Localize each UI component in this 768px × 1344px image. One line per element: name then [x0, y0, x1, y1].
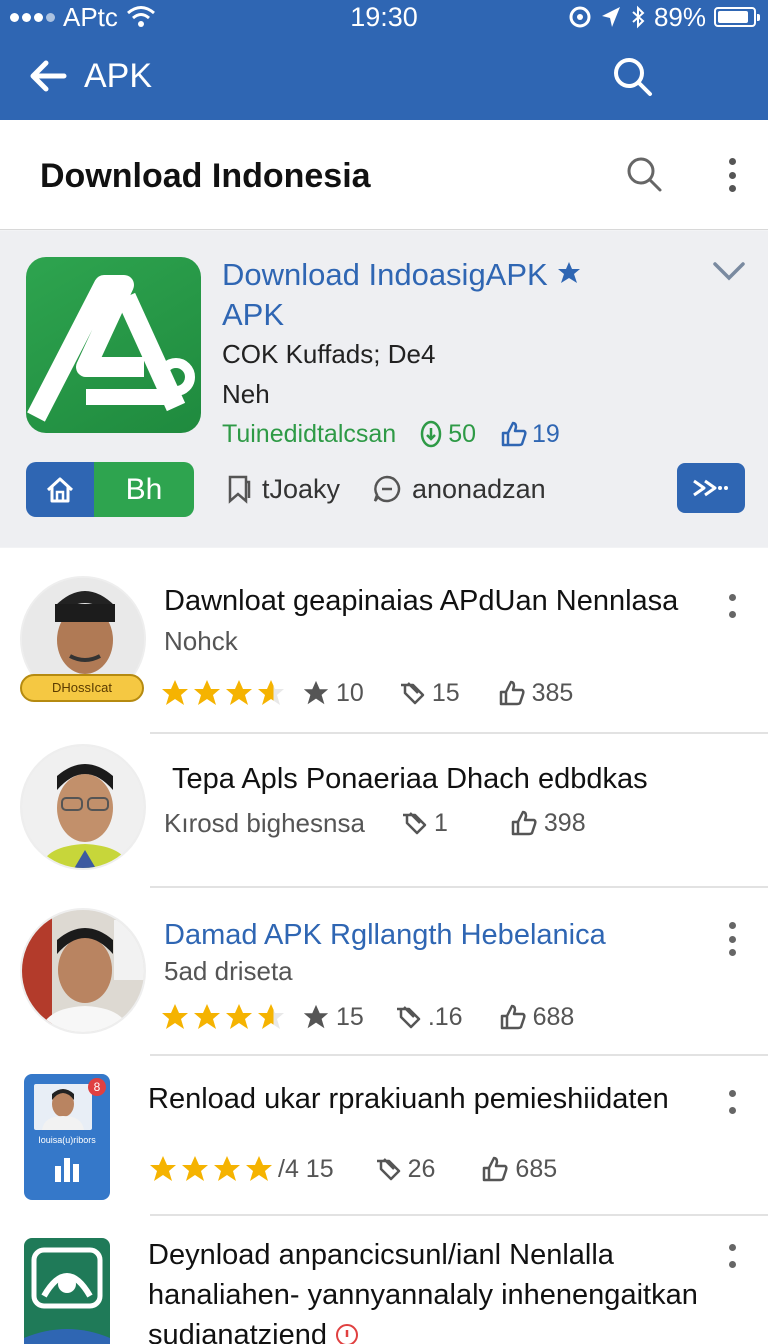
list-item[interactable]: DHossIcat Dawnloat geapinaias APdUan Nen… [0, 548, 768, 734]
home-icon[interactable] [26, 462, 94, 517]
rating-stars [148, 1154, 274, 1184]
back-arrow-icon[interactable] [26, 54, 70, 98]
thumb-caption: Iouisa(u)ribors [38, 1135, 96, 1145]
share-icon [403, 812, 427, 835]
likes-stat: 19 [500, 417, 560, 451]
comment-action[interactable]: anonadzan [372, 471, 546, 507]
more-options-icon[interactable] [726, 922, 738, 956]
thumbs-up-icon [500, 1004, 526, 1030]
battery-icon [714, 7, 760, 27]
item-title: Renload ukar rprakiuanh pemieshiidaten [148, 1083, 669, 1115]
star-count: 15 [302, 1000, 364, 1034]
downloads-stat: 50 [420, 417, 476, 451]
rating-value: /4 15 [278, 1155, 334, 1183]
app-bar: APK [0, 40, 768, 112]
thumbs-up-icon [499, 680, 525, 706]
item-stats: 1 398 [400, 806, 586, 840]
app-name[interactable]: Download IndoasigAPK [222, 255, 622, 295]
thumbs-up-icon [501, 421, 527, 447]
more-options-icon[interactable] [726, 1090, 738, 1114]
info-icon [336, 1324, 359, 1344]
like-count: 385 [498, 676, 573, 710]
location-icon [601, 7, 620, 27]
item-stats: 10 15 385 [160, 676, 573, 710]
bluetooth-icon [632, 5, 645, 29]
star-icon [303, 1004, 329, 1029]
like-count: 685 [481, 1152, 557, 1186]
like-count: 398 [510, 806, 586, 840]
download-badge-icon [420, 420, 442, 448]
bar-chart-icon [55, 1158, 79, 1182]
chat-bubble-icon [373, 475, 401, 503]
item-subtitle: Nohck [164, 626, 238, 656]
app-thumbnail: 8 Iouisa(u)ribors [24, 1074, 110, 1200]
fast-forward-icon [693, 479, 728, 497]
app-thumbnail [24, 1238, 110, 1344]
app-logo [26, 257, 201, 433]
page-title: Download Indonesia [40, 157, 371, 195]
item-title: Damad APK Rgllangth Hebelanica [164, 919, 606, 951]
app-list: DHossIcat Dawnloat geapinaias APdUan Nen… [0, 548, 768, 1344]
item-title-line3: sudianatziend [148, 1316, 359, 1344]
status-bar: APtc 19:30 89% [0, 0, 768, 34]
battery-percent: 89% [653, 1, 706, 32]
home-install-toggle[interactable]: Bh [26, 462, 194, 517]
list-item[interactable]: Tepa Apls Ponaeriaa Dhach edbdkas Kırosd… [0, 734, 768, 888]
featured-app-card[interactable]: Download IndoasigAPK APK COK Kuffads; De… [0, 231, 768, 547]
rating-stars [160, 1002, 286, 1032]
more-options-icon[interactable] [726, 1244, 738, 1268]
status-badge: DHossIcat [20, 674, 144, 702]
item-stats: 15 .16 688 [160, 1000, 574, 1034]
search-icon[interactable] [624, 154, 664, 194]
item-title: Dawnloat geapinaias APdUan Nennlasa [164, 585, 679, 617]
item-subtitle: 5ad driseta [164, 956, 293, 986]
search-icon[interactable] [610, 54, 654, 98]
share-count: .16 [394, 1000, 463, 1034]
thumbs-up-icon [483, 1156, 508, 1182]
bookmark-icon [228, 475, 251, 504]
forward-button[interactable] [677, 463, 745, 513]
share-count: 15 [398, 676, 460, 710]
chevron-down-icon[interactable] [712, 259, 746, 283]
avatar [20, 908, 146, 1034]
notification-badge: 8 [88, 1078, 106, 1096]
item-stats: /4 15 26 685 [148, 1152, 557, 1186]
item-subtitle: Kırosd bighesnsa [164, 808, 365, 838]
app-bar-title: APK [84, 57, 153, 95]
share-count: 1 [400, 806, 448, 840]
list-item[interactable]: Deynload anpancicsunl/ianl Nenlalla hana… [0, 1216, 768, 1344]
share-icon [400, 682, 425, 705]
more-options-icon[interactable] [726, 158, 738, 192]
thumbs-up-icon [511, 810, 537, 836]
app-developer: COK Kuffads; De4 [222, 339, 436, 369]
like-count: 688 [499, 1000, 574, 1034]
sub-header: Download Indonesia [0, 120, 768, 230]
star-count: 10 [302, 676, 364, 710]
alarm-icon [569, 6, 591, 28]
list-item[interactable]: 8 Iouisa(u)ribors Renload ukar rprakiuan… [0, 1056, 768, 1216]
list-item[interactable]: Damad APK Rgllangth Hebelanica 5ad drise… [0, 888, 768, 1056]
app-category: Neh [222, 379, 270, 409]
item-title: Tepa Apls Ponaeriaa Dhach edbdkas [172, 763, 648, 795]
share-icon [396, 1006, 421, 1029]
more-options-icon[interactable] [726, 594, 738, 618]
star-icon [303, 680, 329, 705]
item-title-line2: hanaliahen- yannyannalaly inhenengaitkan [148, 1279, 698, 1311]
top-bar: APtc 19:30 89% APK [0, 0, 768, 120]
share-icon [376, 1158, 400, 1181]
app-name-line2: APK [222, 297, 285, 332]
share-count: 26 [374, 1152, 435, 1186]
rating-stars [160, 678, 286, 708]
install-button-label[interactable]: Bh [94, 462, 194, 517]
meta-label: Tuinedidtalcsan [222, 420, 397, 448]
app-meta: Tuinedidtalcsan 50 19 [222, 417, 560, 451]
item-title-line1: Deynload anpancicsunl/ianl Nenlalla [148, 1239, 614, 1271]
avatar [20, 744, 146, 870]
verified-badge-icon [558, 262, 581, 283]
bookmark-action[interactable]: tJoaky [226, 471, 340, 507]
